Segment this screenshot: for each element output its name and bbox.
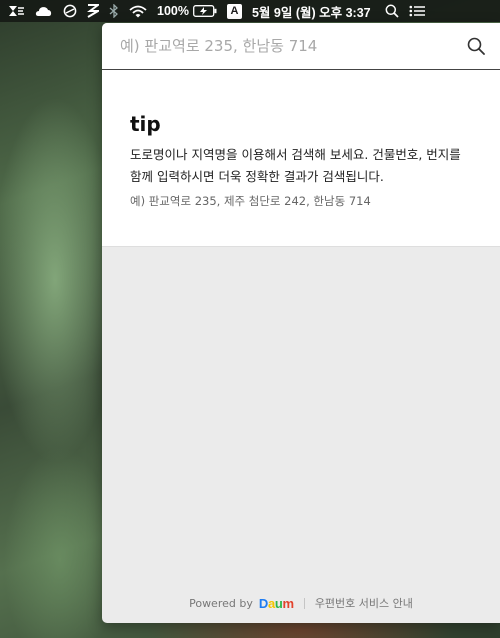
- powered-by-text: Powered by: [189, 596, 253, 610]
- search-icon: [467, 37, 485, 55]
- cloud-icon[interactable]: [35, 0, 53, 22]
- footer: Powered by D a u m 우편번호 서비스 안내: [102, 595, 500, 611]
- daum-logo-letter: u: [274, 595, 283, 611]
- input-source-icon[interactable]: A: [226, 0, 242, 22]
- logo-icon[interactable]: [87, 0, 99, 22]
- app-icon[interactable]: [8, 0, 25, 22]
- tip-box: tip 도로명이나 지역명을 이용해서 검색해 보세요. 건물번호, 번지를 함…: [102, 70, 500, 247]
- postcode-search-panel: tip 도로명이나 지역명을 이용해서 검색해 보세요. 건물번호, 번지를 함…: [102, 23, 500, 623]
- daum-logo-letter: m: [282, 595, 295, 611]
- battery-percent: 100%: [157, 0, 189, 22]
- sync-icon[interactable]: [63, 0, 77, 22]
- daum-logo-letter: D: [258, 595, 268, 611]
- tip-example: 예) 판교역로 235, 제주 첨단로 242, 한남동 714: [130, 194, 371, 208]
- footer-divider: [303, 597, 305, 609]
- battery-percent-text: 100%: [157, 4, 189, 18]
- daum-logo-letter: a: [267, 595, 275, 611]
- tip-description: 도로명이나 지역명을 이용해서 검색해 보세요. 건물번호, 번지를 함께 입력…: [130, 147, 461, 184]
- menu-bar: 100% A 5월 9일 (월) 오후 3:37: [0, 0, 500, 22]
- search-bar: [102, 23, 500, 70]
- battery-charging-icon[interactable]: [193, 0, 217, 22]
- notification-center-icon[interactable]: [409, 0, 426, 22]
- input-source-label: A: [226, 3, 242, 19]
- clock[interactable]: 5월 9일 (월) 오후 3:37: [252, 0, 371, 22]
- wifi-icon[interactable]: [129, 0, 147, 22]
- bluetooth-icon[interactable]: [109, 0, 119, 22]
- service-info-link[interactable]: 우편번호 서비스 안내: [315, 595, 413, 611]
- search-button[interactable]: [464, 34, 488, 58]
- clock-text: 5월 9일 (월) 오후 3:37: [251, 5, 371, 20]
- address-search-input[interactable]: [120, 37, 464, 55]
- tip-title: tip: [130, 112, 161, 136]
- spotlight-icon[interactable]: [385, 0, 399, 22]
- daum-logo[interactable]: D a u m: [259, 596, 294, 611]
